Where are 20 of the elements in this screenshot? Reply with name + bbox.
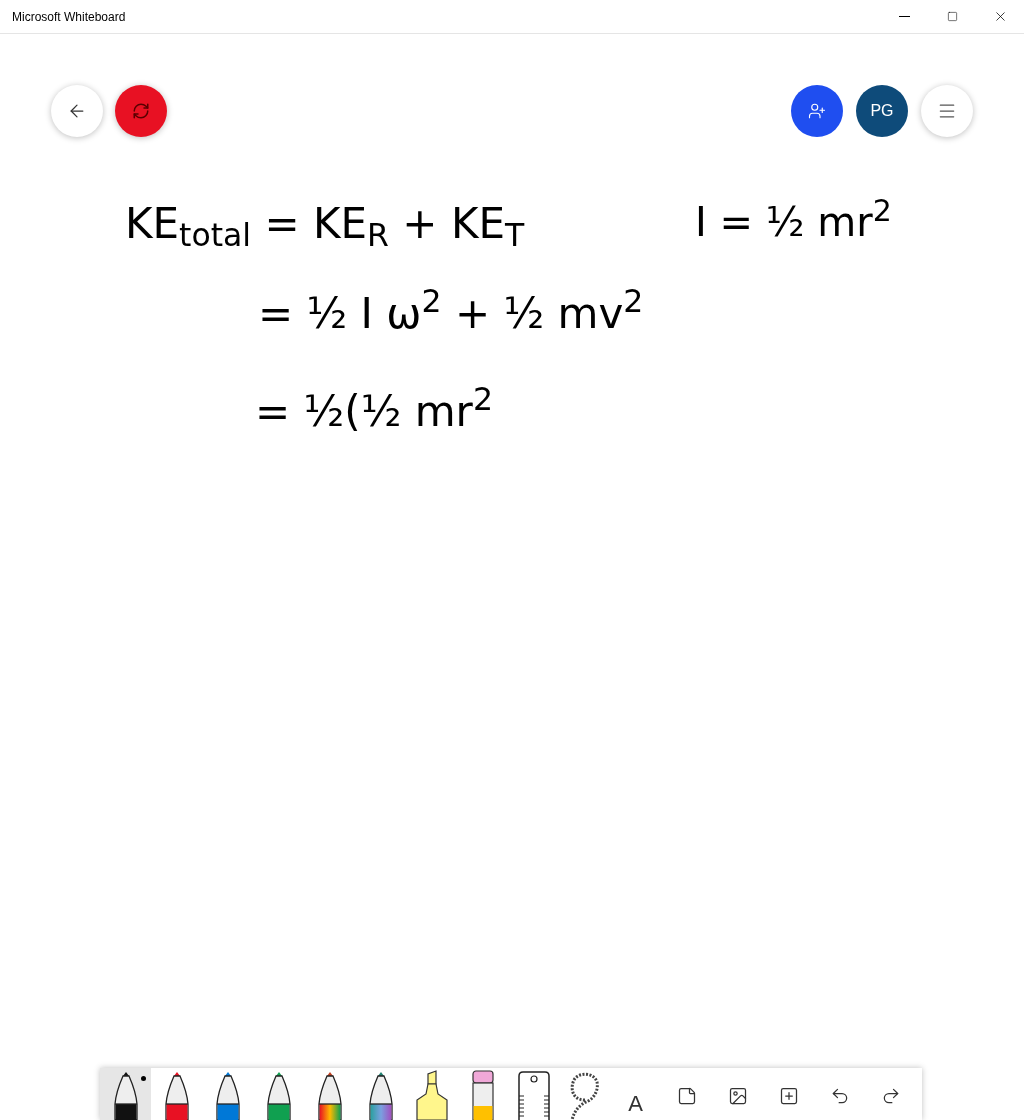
sync-button[interactable]	[115, 85, 167, 137]
minimize-icon	[898, 16, 910, 17]
invite-button[interactable]	[791, 85, 843, 137]
image-icon	[727, 1086, 748, 1106]
handwritten-equation: I = ½ mr$^{2}$	[695, 192, 892, 247]
handwritten-equation: = ½ I ω$^{2}$ + ½ mv$^{2}$	[258, 282, 644, 340]
sync-icon	[132, 102, 150, 120]
sticky-note-icon	[676, 1086, 697, 1106]
window-title: Microsoft Whiteboard	[12, 8, 126, 26]
profile-button[interactable]: PG	[856, 85, 908, 137]
toolbar-tool-button[interactable]	[100, 1068, 151, 1120]
maximize-icon	[946, 11, 958, 22]
add-icon	[778, 1086, 799, 1106]
eraser-icon	[470, 1070, 495, 1120]
handwritten-equation: = ½(½ mr$^{2}$	[255, 380, 493, 438]
handwritten-equation: KE$_{total}$ = KE$_{R}$ + KE$_{T}$	[125, 198, 525, 255]
pen-icon	[367, 1070, 394, 1120]
pen-icon	[316, 1070, 343, 1120]
text-tool-button[interactable]: A	[610, 1068, 661, 1120]
add-person-icon	[808, 102, 826, 120]
